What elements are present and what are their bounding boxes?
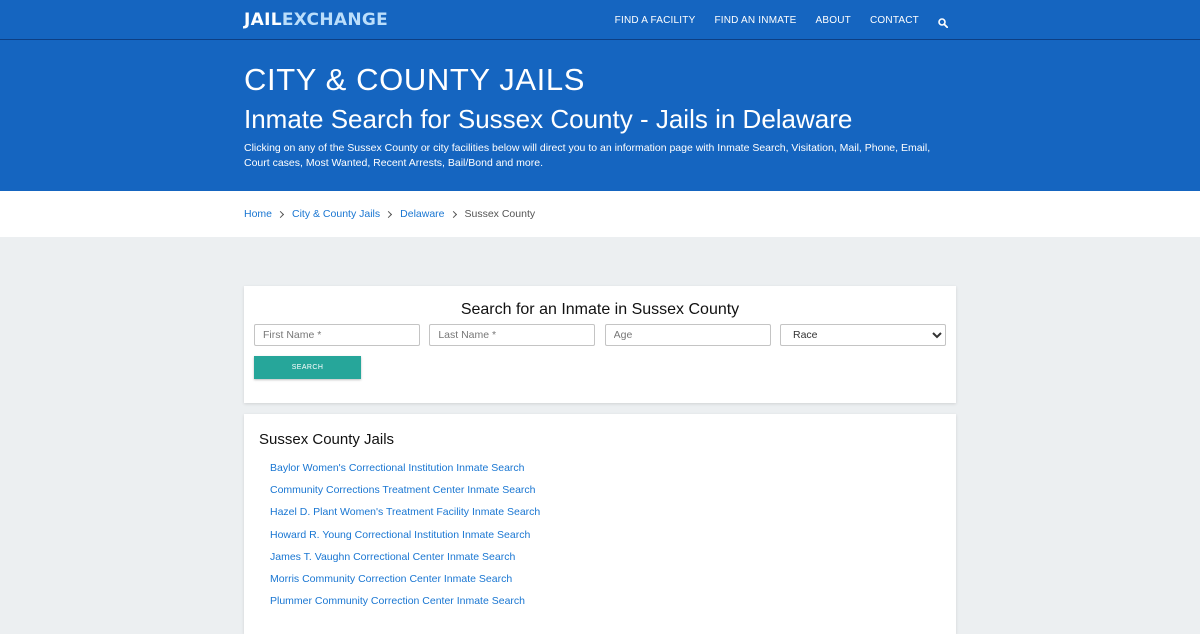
race-select[interactable]: Race — [779, 324, 946, 346]
list-item: Howard R. Young Correctional Institution… — [270, 529, 956, 551]
breadcrumb-home[interactable]: Home — [244, 208, 272, 220]
inmate-search-card: Search for an Inmate in Sussex County Ra… — [244, 286, 956, 403]
breadcrumb: Home City & County Jails Delaware Sussex… — [0, 191, 1200, 237]
search-card-title: Search for an Inmate in Sussex County — [460, 301, 740, 318]
top-navbar: JAILEXCHANGE FIND A FACILITY FIND AN INM… — [0, 0, 1200, 40]
site-logo[interactable]: JAILEXCHANGE — [244, 10, 388, 30]
jails-list-card: Sussex County Jails Baylor Women's Corre… — [244, 414, 956, 634]
list-item: Hazel D. Plant Women's Treatment Facilit… — [270, 506, 956, 528]
page-description: Clicking on any of the Sussex County or … — [244, 142, 931, 169]
last-name-input[interactable] — [429, 324, 596, 346]
list-item: Morris Community Correction Center Inmat… — [270, 573, 956, 595]
nav-contact[interactable]: CONTACT — [870, 15, 919, 26]
search-button[interactable]: SEARCH — [254, 356, 361, 379]
chevron-right-icon — [276, 210, 285, 218]
page-subtitle: Inmate Search for Sussex County - Jails … — [244, 104, 853, 134]
nav-links: FIND A FACILITY FIND AN INMATE ABOUT CON… — [596, 0, 949, 40]
nav-about[interactable]: ABOUT — [816, 15, 851, 26]
first-name-input[interactable] — [254, 324, 420, 346]
jail-link[interactable]: Baylor Women's Correctional Institution … — [270, 462, 525, 474]
jail-link[interactable]: Howard R. Young Correctional Institution… — [270, 529, 530, 541]
chevron-right-icon — [385, 210, 393, 218]
logo-text-jail: JAIL — [244, 10, 282, 30]
breadcrumb-current: Sussex County — [464, 208, 536, 220]
age-input[interactable] — [604, 324, 771, 346]
logo-text-exchange: EXCHANGE — [281, 10, 389, 30]
list-item: Plummer Community Correction Center Inma… — [270, 595, 956, 617]
jail-link[interactable]: Plummer Community Correction Center Inma… — [270, 595, 525, 607]
jails-list: Baylor Women's Correctional Institution … — [270, 462, 956, 617]
jail-link[interactable]: James T. Vaughn Correctional Center Inma… — [270, 551, 515, 563]
list-item: James T. Vaughn Correctional Center Inma… — [270, 551, 956, 573]
hero-banner: CITY & COUNTY JAILS Inmate Search for Su… — [0, 40, 1200, 191]
jail-link[interactable]: Morris Community Correction Center Inmat… — [270, 573, 512, 585]
jails-list-title: Sussex County Jails — [259, 431, 395, 448]
nav-find-facility[interactable]: FIND A FACILITY — [615, 15, 696, 26]
search-form-row: Race — [254, 324, 946, 346]
list-item: Baylor Women's Correctional Institution … — [270, 462, 956, 484]
jail-link[interactable]: Community Corrections Treatment Center I… — [270, 484, 536, 496]
breadcrumb-city-county-jails[interactable]: City & County Jails — [292, 208, 380, 220]
page-title: CITY & COUNTY JAILS — [244, 62, 586, 97]
search-icon[interactable] — [938, 15, 949, 29]
chevron-right-icon — [449, 210, 457, 218]
nav-find-inmate[interactable]: FIND AN INMATE — [714, 15, 796, 26]
breadcrumb-delaware[interactable]: Delaware — [400, 208, 444, 220]
jail-link[interactable]: Hazel D. Plant Women's Treatment Facilit… — [270, 506, 540, 518]
list-item: Community Corrections Treatment Center I… — [270, 484, 956, 506]
